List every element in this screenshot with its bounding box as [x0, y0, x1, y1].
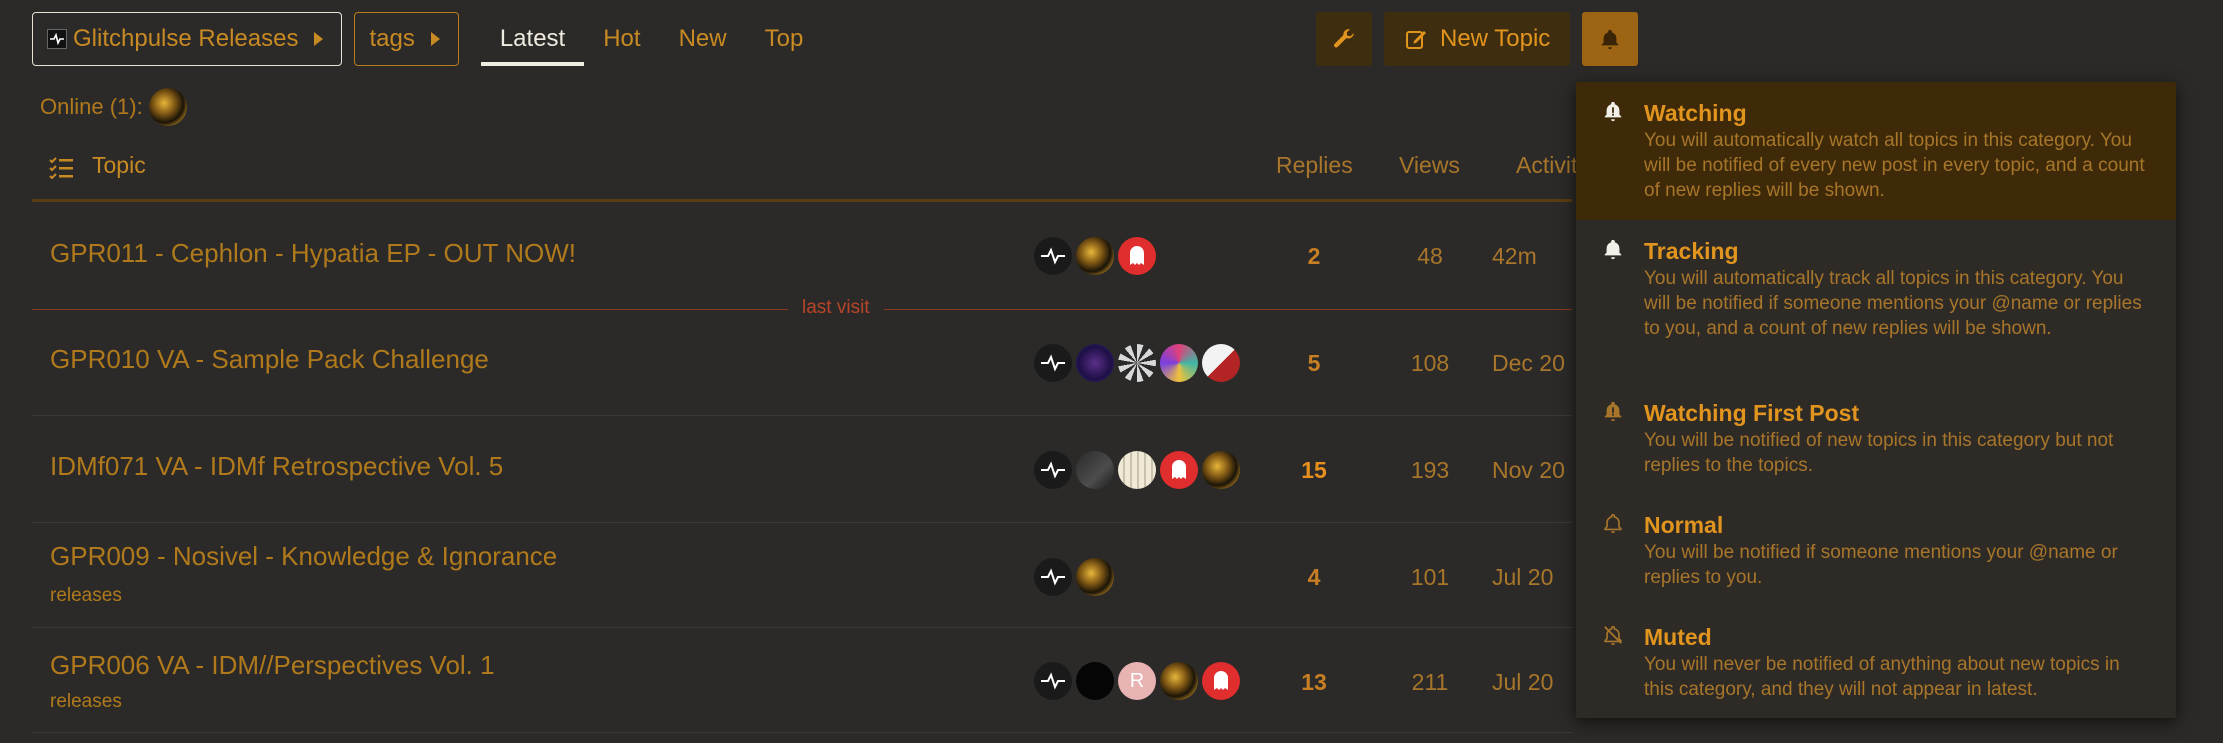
- table-row[interactable]: GPR009 - Nosivel - Knowledge & Ignorance…: [32, 524, 1572, 628]
- avatar[interactable]: [1202, 662, 1240, 700]
- posters: [1034, 451, 1244, 489]
- tags-label: tags: [369, 25, 415, 52]
- list-check-icon[interactable]: [48, 156, 74, 180]
- tab-new[interactable]: New: [660, 12, 746, 66]
- category-label: Glitchpulse Releases: [73, 25, 299, 52]
- table-row[interactable]: GPR011 - Cephlon - Hypatia EP - OUT NOW!…: [32, 204, 1572, 308]
- topic-tag[interactable]: releases: [50, 585, 122, 607]
- topic-title[interactable]: GPR009 - Nosivel - Knowledge & Ignorance: [50, 541, 557, 572]
- avatar[interactable]: [148, 88, 187, 126]
- header-views[interactable]: Views: [1399, 152, 1460, 179]
- wrench-icon: [1334, 29, 1354, 48]
- views-count: 211: [1411, 669, 1449, 695]
- notification-option-tracking[interactable]: Tracking You will automatically track al…: [1576, 220, 2176, 382]
- edit-category-button[interactable]: [1316, 12, 1372, 66]
- replies-count[interactable]: 5: [1274, 350, 1354, 377]
- option-description: You will automatically track all topics …: [1644, 268, 2142, 339]
- avatar[interactable]: [1160, 451, 1198, 489]
- posters: [1034, 237, 1160, 275]
- bell-exclamation-icon: [1604, 401, 1622, 422]
- tags-dropdown[interactable]: tags: [354, 12, 459, 66]
- tab-top[interactable]: Top: [746, 12, 823, 66]
- option-description: You will automatically watch all topics …: [1644, 130, 2145, 201]
- option-name: Normal: [1644, 512, 1724, 538]
- option-description: You will never be notified of anything a…: [1644, 654, 2120, 700]
- option-name: Muted: [1644, 624, 1712, 650]
- option-description: You will be notified if someone mentions…: [1644, 542, 2118, 588]
- online-users: Online (1):: [40, 88, 191, 126]
- bell-slash-icon: [1604, 625, 1622, 646]
- avatar[interactable]: [1034, 344, 1072, 382]
- top-navigation: Glitchpulse Releases tags Latest Hot New…: [32, 12, 822, 66]
- bell-filled-icon: [1604, 101, 1622, 122]
- replies-count[interactable]: 2: [1274, 243, 1354, 270]
- posters: [1034, 558, 1118, 596]
- category-logo-icon: [47, 29, 67, 49]
- notification-option-normal[interactable]: Normal You will be notified if someone m…: [1576, 494, 2176, 606]
- category-dropdown[interactable]: Glitchpulse Releases: [32, 12, 343, 66]
- views-count: 48: [1417, 243, 1443, 269]
- topic-title[interactable]: IDMf071 VA - IDMf Retrospective Vol. 5: [50, 451, 503, 482]
- edit-icon: [1406, 31, 1426, 49]
- avatar[interactable]: [1202, 344, 1240, 382]
- avatar[interactable]: R: [1118, 662, 1156, 700]
- tab-latest[interactable]: Latest: [480, 12, 585, 66]
- avatar[interactable]: [1034, 237, 1072, 275]
- avatar[interactable]: [1034, 662, 1072, 700]
- posters: R: [1034, 662, 1244, 700]
- avatar[interactable]: [1076, 558, 1114, 596]
- notification-level-menu: Watching You will automatically watch al…: [1576, 82, 2176, 718]
- avatar[interactable]: [1160, 344, 1198, 382]
- table-row[interactable]: IDMf071 VA - IDMf Retrospective Vol. 5 1…: [32, 417, 1572, 523]
- avatar[interactable]: [1034, 451, 1072, 489]
- avatar[interactable]: [1118, 344, 1156, 382]
- views-count: 108: [1410, 350, 1450, 376]
- views-count: 193: [1410, 457, 1450, 483]
- table-row[interactable]: GPR006 VA - IDM//Perspectives Vol. 1 rel…: [32, 629, 1572, 733]
- notification-option-watching-first-post[interactable]: Watching First Post You will be notified…: [1576, 382, 2176, 494]
- category-actions: New Topic: [1316, 12, 1639, 66]
- avatar[interactable]: [1202, 451, 1240, 489]
- avatar[interactable]: [1076, 662, 1114, 700]
- option-description: You will be notified of new topics in th…: [1644, 430, 2114, 476]
- topic-tag[interactable]: releases: [50, 691, 122, 713]
- header-replies[interactable]: Replies: [1276, 152, 1353, 179]
- avatar[interactable]: [1076, 451, 1114, 489]
- topic-title[interactable]: GPR011 - Cephlon - Hypatia EP - OUT NOW!: [50, 238, 576, 269]
- avatar[interactable]: [1076, 344, 1114, 382]
- avatar[interactable]: [1118, 451, 1156, 489]
- replies-count[interactable]: 4: [1274, 564, 1354, 591]
- notification-option-muted[interactable]: Muted You will never be notified of anyt…: [1576, 606, 2176, 718]
- posters: [1034, 344, 1244, 382]
- avatar[interactable]: [1160, 662, 1198, 700]
- table-row[interactable]: GPR010 VA - Sample Pack Challenge 5 108 …: [32, 310, 1572, 416]
- option-name: Watching First Post: [1644, 400, 1860, 426]
- online-label: Online (1):: [40, 94, 143, 119]
- new-topic-button[interactable]: New Topic: [1384, 12, 1571, 66]
- notification-option-watching[interactable]: Watching You will automatically watch al…: [1576, 82, 2176, 220]
- replies-count[interactable]: 15: [1274, 457, 1354, 484]
- option-name: Watching: [1644, 100, 1747, 126]
- views-count: 101: [1410, 564, 1450, 590]
- caret-right-icon: [430, 32, 440, 46]
- avatar[interactable]: [1034, 558, 1072, 596]
- topic-tabs: Latest Hot New Top: [480, 12, 823, 66]
- replies-count[interactable]: 13: [1274, 669, 1354, 696]
- bell-outline-icon: [1604, 513, 1622, 534]
- topic-list-header: Topic Replies Views Activity: [32, 140, 1589, 202]
- option-name: Tracking: [1644, 238, 1739, 264]
- caret-right-icon: [314, 32, 324, 46]
- topic-title[interactable]: GPR010 VA - Sample Pack Challenge: [50, 344, 489, 375]
- notifications-button[interactable]: [1582, 12, 1639, 66]
- tab-hot[interactable]: Hot: [584, 12, 659, 66]
- avatar[interactable]: [1076, 237, 1114, 275]
- new-topic-label: New Topic: [1440, 25, 1551, 52]
- topic-title[interactable]: GPR006 VA - IDM//Perspectives Vol. 1: [50, 650, 495, 681]
- avatar[interactable]: [1118, 237, 1156, 275]
- bell-icon: [1604, 239, 1622, 260]
- bell-filled-icon: [1602, 29, 1619, 50]
- header-topic[interactable]: Topic: [92, 152, 146, 179]
